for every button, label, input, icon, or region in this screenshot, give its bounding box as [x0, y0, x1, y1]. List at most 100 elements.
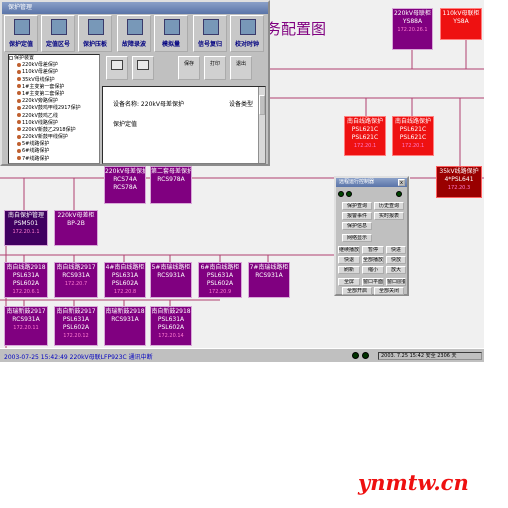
- tree-item[interactable]: 110kV线路保护: [9, 120, 99, 127]
- node-protection-manager[interactable]: 南自保护管理 PSM501 172.20.1.1: [4, 210, 48, 246]
- node-model: PSL631A: [62, 316, 90, 323]
- tree-item-label: 220kV鼓鸡乙线: [22, 112, 58, 119]
- node-model: RCS931A: [157, 272, 185, 279]
- rewind-button[interactable]: 快退: [338, 256, 360, 264]
- fast-play-button[interactable]: 快放: [386, 256, 406, 264]
- open-button[interactable]: [106, 56, 128, 80]
- network-display-button[interactable]: 网络显示: [342, 234, 372, 242]
- alarm-events-button[interactable]: 报警事件: [342, 212, 372, 220]
- tile-windows-button[interactable]: 窗口平面: [362, 278, 384, 286]
- device-icon: [17, 69, 21, 74]
- status-indicator: [338, 191, 344, 197]
- device-icon: [17, 134, 21, 139]
- vertical-scrollbar[interactable]: [258, 87, 265, 163]
- close-all-button[interactable]: 全部关闭: [374, 287, 404, 295]
- node-model: RCS978A: [157, 176, 185, 183]
- node-second-bus-differential[interactable]: 第二套母差保护 RCS978A: [150, 166, 192, 204]
- realtime-report-button[interactable]: 实时报表: [374, 212, 404, 220]
- tree-item[interactable]: 220kV新鼓乙2918保护: [9, 127, 99, 134]
- tree-item-label: 7#线路保护: [22, 155, 50, 162]
- protection-setting-label[interactable]: 保护定值: [113, 119, 137, 128]
- node-model: 4*PSL641: [444, 176, 474, 183]
- tree-item-label: 220kV新鼓乙2918保护: [22, 126, 76, 133]
- node-label: 220kV母差柜: [57, 212, 95, 219]
- node-model: PSL631A: [206, 272, 234, 279]
- fullscreen-button[interactable]: 全屏: [338, 278, 360, 286]
- protection-info-button[interactable]: 保护信息: [342, 222, 372, 230]
- zoom-in-button[interactable]: 放大: [386, 266, 406, 274]
- tree-item[interactable]: 35kV母线保护: [9, 77, 99, 84]
- document-icon: [14, 19, 30, 35]
- analog-button[interactable]: 模拟量: [154, 15, 188, 52]
- tree-item[interactable]: 220kV鼓鸡乙线: [9, 113, 99, 120]
- node-address: 172.20.12: [63, 333, 89, 339]
- node-220kv-bus-differential[interactable]: 220kV母差保护 RCS74A RCS78A: [104, 166, 146, 204]
- node-model: PSL621C: [351, 134, 379, 141]
- open-all-button[interactable]: 全部开启: [342, 287, 372, 295]
- expand-icon[interactable]: [9, 55, 13, 60]
- button-label: 模拟量: [161, 41, 180, 48]
- refresh-button[interactable]: 刷新: [338, 266, 360, 274]
- node-model: RCS931A: [12, 316, 40, 323]
- pause-button[interactable]: 暂停: [362, 246, 384, 254]
- save-icon: 保存: [183, 61, 194, 67]
- history-query-button[interactable]: 历史查询: [374, 202, 404, 210]
- reset-icon: [203, 19, 219, 35]
- node-line-4-nanzi[interactable]: 4#南自线路柜 PSL631A PSL602A 172.20.8: [104, 262, 146, 298]
- node-model: PSL602A: [12, 280, 40, 287]
- node-220kv-bus-coupler[interactable]: 220kV母联柜 YS88A 172.20.26.1: [392, 8, 433, 50]
- node-label: 220kV母联柜: [393, 10, 432, 17]
- protection-plate-button[interactable]: 保护压板: [78, 15, 112, 52]
- node-35kv-line-protection[interactable]: 35kV线路保护 4*PSL641 172.20.3: [436, 166, 482, 198]
- save-button[interactable]: 保存: [178, 56, 200, 80]
- signal-reset-button[interactable]: 信号复归: [193, 15, 227, 52]
- node-line-7-nanrui[interactable]: 7#南瑞线路柜 RCS931A: [248, 262, 290, 298]
- setting-zone-button[interactable]: 定值区号: [41, 15, 75, 52]
- play-all-button[interactable]: 全部播放: [362, 256, 384, 264]
- tree-item-label: 5#线路保护: [22, 141, 50, 148]
- device-icon: [17, 127, 21, 132]
- node-xingu-2918-nanrui[interactable]: 南瑞新鼓2918 RCS931A: [104, 306, 146, 346]
- view-button[interactable]: [132, 56, 154, 80]
- node-line-protection-a[interactable]: 南自线路保护 PSL621C PSL621C 172.20.1: [344, 116, 386, 156]
- fast-forward-button[interactable]: 快进: [386, 246, 406, 254]
- play-button[interactable]: 继续播放: [338, 246, 360, 254]
- clock-sync-button[interactable]: 校对时钟: [230, 15, 264, 52]
- tree-item[interactable]: 110kV母差保护: [9, 69, 99, 76]
- button-label: 保护压板: [82, 41, 107, 48]
- node-line-5-nanrui[interactable]: 5#南瑞线路柜 RCS931A: [150, 262, 192, 298]
- node-label: 南自保护管理: [7, 212, 44, 219]
- node-xingu-2917-nanrui[interactable]: 南瑞新鼓2917 RCS931A 172.20.11: [4, 306, 48, 346]
- node-label: 南瑞新鼓2918: [105, 308, 145, 315]
- node-line-2917-nanzi[interactable]: 南自线路2917 RCS931A 172.20.7: [54, 262, 98, 298]
- tree-item[interactable]: 7#线路保护: [9, 156, 99, 163]
- tree-item[interactable]: 1#主变第一套保护: [9, 84, 99, 91]
- node-model: PSL602A: [62, 324, 90, 331]
- protection-settings-button[interactable]: 保护定值: [4, 15, 38, 52]
- tree-item[interactable]: 220kV鼓鸡甲线2917保护: [9, 105, 99, 112]
- node-label: 7#南瑞线路柜: [249, 264, 289, 271]
- close-icon[interactable]: x: [398, 179, 405, 186]
- device-icon: [17, 156, 21, 161]
- tree-item-label: 220kV母差保护: [22, 62, 58, 69]
- protection-query-button[interactable]: 保护查询: [342, 202, 372, 210]
- node-line-2918-nanzi[interactable]: 南自线路2918 PSL631A PSL602A 172.20.6.1: [4, 262, 48, 298]
- node-220kv-bus-diff-cabinet[interactable]: 220kV母差柜 BP-2B: [54, 210, 98, 246]
- button-label: 校对时钟: [234, 41, 259, 48]
- node-110kv-bus-coupler[interactable]: 110kV母联柜 YS8A: [440, 8, 482, 40]
- node-xingu-2918-nanzi[interactable]: 南自新鼓2918 PSL631A PSL602A 172.20.14: [150, 306, 192, 346]
- print-button[interactable]: 打印: [204, 56, 226, 80]
- fault-recording-button[interactable]: 故障录波: [117, 15, 151, 52]
- control-panel-titlebar[interactable]: 远程运行控制器 x: [336, 178, 407, 187]
- node-xingu-2917-nanzi[interactable]: 南自新鼓2917 PSL631A PSL602A 172.20.12: [54, 306, 98, 346]
- cascade-windows-button[interactable]: 窗口层叠: [386, 278, 406, 286]
- tree-item[interactable]: 6#线路保护: [9, 148, 99, 155]
- window-titlebar[interactable]: 保护管理: [2, 2, 268, 14]
- device-tree[interactable]: 保护装置 220kV母差保护 110kV母差保护 35kV母线保护 1#主变第一…: [8, 54, 100, 164]
- node-line-6-nanzi[interactable]: 6#南自线路柜 PSL631A PSL602A 172.20.9: [198, 262, 242, 298]
- node-line-protection-b[interactable]: 南自线路保护 PSL621C PSL621C 172.20.1: [392, 116, 434, 156]
- zoom-out-button[interactable]: 缩小: [362, 266, 384, 274]
- scroll-thumb[interactable]: [259, 95, 265, 115]
- node-address: 172.20.11: [13, 325, 39, 331]
- exit-button[interactable]: 退出: [230, 56, 252, 80]
